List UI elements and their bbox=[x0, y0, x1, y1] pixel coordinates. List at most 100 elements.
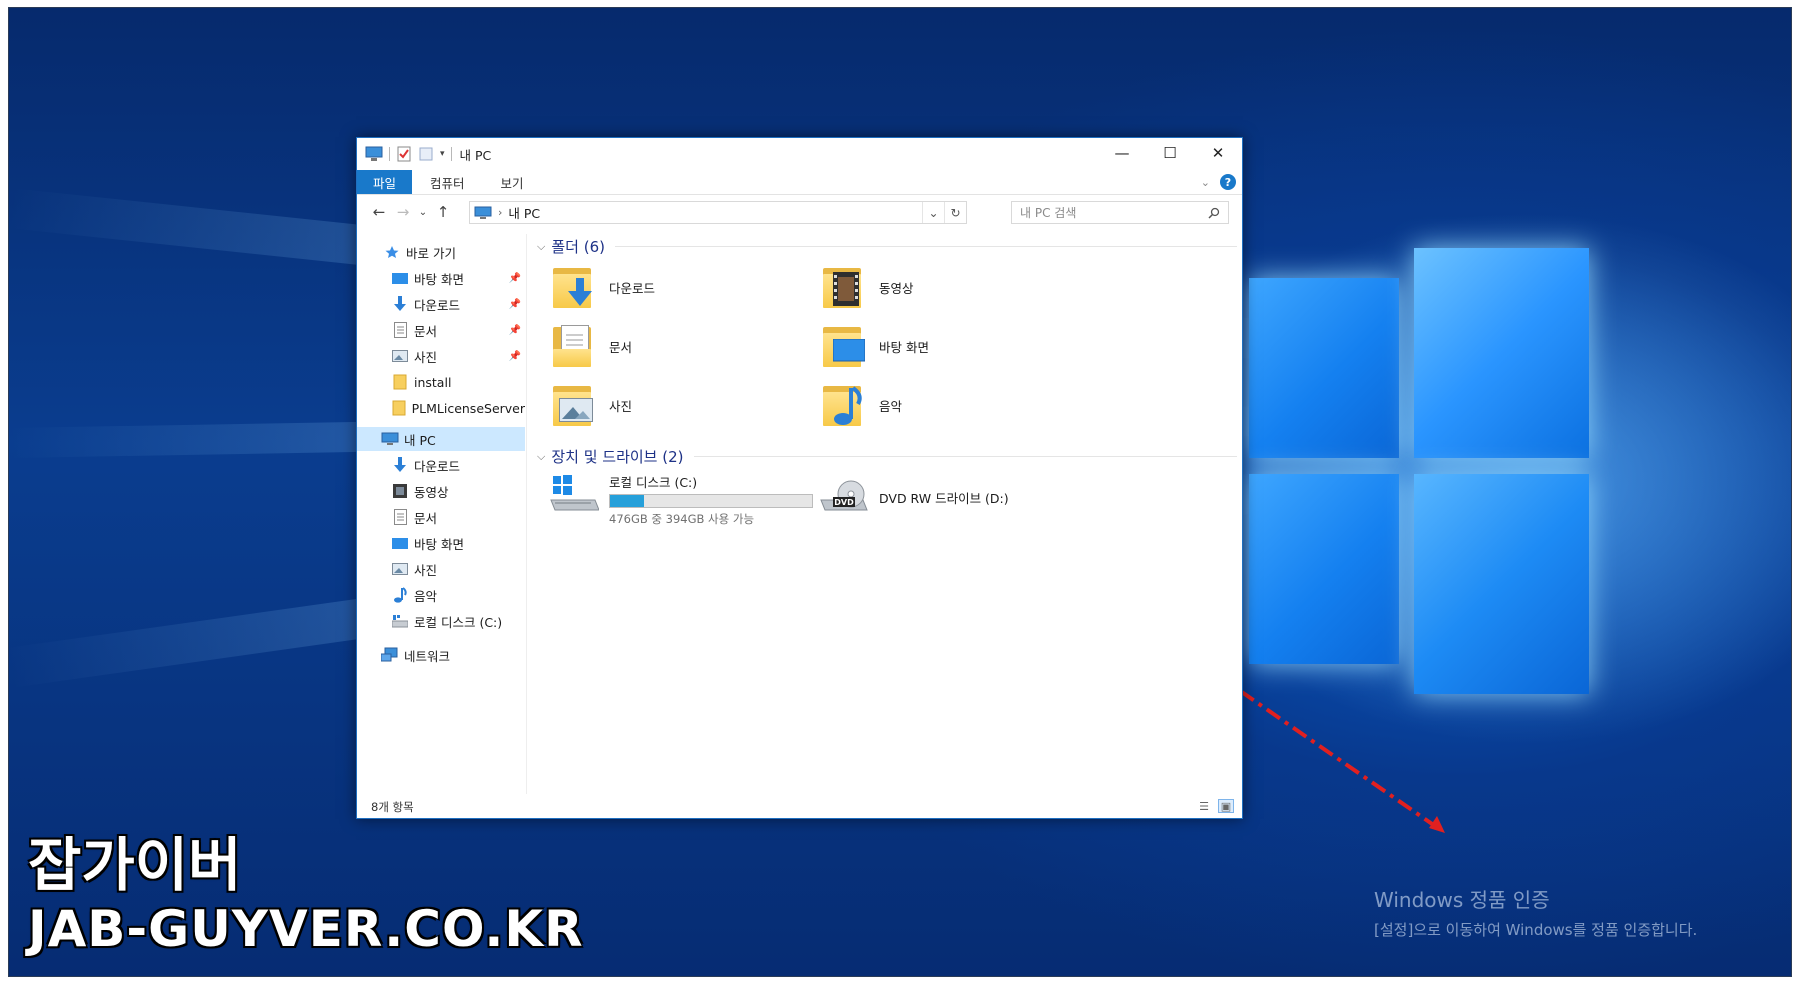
site-url: JAB-GUYVER.CO.KR bbox=[28, 900, 584, 958]
title-bar[interactable]: ▾ 내 PC — ☐ ✕ bbox=[357, 138, 1242, 170]
search-input[interactable] bbox=[1020, 205, 1208, 220]
search-box[interactable] bbox=[1011, 201, 1229, 224]
computer-icon bbox=[365, 146, 383, 161]
forward-arrow-icon[interactable]: → bbox=[391, 203, 415, 221]
sidebar-item-pc-pictures[interactable]: 사진 bbox=[357, 557, 525, 581]
desktop-icon bbox=[391, 269, 409, 287]
separator bbox=[389, 147, 390, 161]
details-view-icon[interactable]: ☰ bbox=[1196, 799, 1212, 813]
pin-icon[interactable]: 📌 bbox=[509, 351, 521, 362]
sidebar-item-downloads[interactable]: 다운로드 📌 bbox=[357, 292, 525, 316]
activation-watermark: Windows 정품 인증 [설정]으로 이동하여 Windows를 정품 인증… bbox=[1374, 884, 1697, 940]
sidebar-item-pictures[interactable]: 사진 📌 bbox=[357, 344, 525, 368]
music-folder-icon bbox=[819, 380, 869, 430]
sidebar-item-pc-videos[interactable]: 동영상 bbox=[357, 479, 525, 503]
chevron-down-icon[interactable]: ⌵ bbox=[537, 450, 545, 464]
drive-usage-fill bbox=[610, 495, 645, 507]
folder-label: 사진 bbox=[609, 398, 633, 414]
document-icon bbox=[391, 508, 409, 526]
drive-tile-local-disk[interactable]: 로컬 디스크 (C:) 476GB 중 394GB 사용 가능 bbox=[549, 472, 813, 527]
folder-tile-downloads[interactable]: 다운로드 bbox=[549, 260, 809, 314]
chevron-down-icon[interactable]: ⌵ bbox=[537, 240, 545, 254]
close-icon[interactable]: ✕ bbox=[1194, 138, 1242, 168]
folder-icon bbox=[391, 373, 409, 391]
sidebar-item-pc-music[interactable]: 음악 bbox=[357, 583, 525, 607]
sidebar-item-pc-desktop[interactable]: 바탕 화면 bbox=[357, 531, 525, 555]
chevron-down-icon[interactable]: ▾ bbox=[440, 149, 445, 159]
tab-view[interactable]: 보기 bbox=[483, 170, 542, 194]
ribbon-tabs: 파일 컴퓨터 보기 ⌄ ? bbox=[357, 170, 1242, 195]
folder-tile-pictures[interactable]: 사진 bbox=[549, 378, 809, 432]
minimize-icon[interactable]: — bbox=[1098, 138, 1146, 168]
tab-computer[interactable]: 컴퓨터 bbox=[412, 170, 483, 194]
desktop-icon bbox=[391, 534, 409, 552]
search-icon[interactable] bbox=[1208, 207, 1220, 219]
recent-locations-icon[interactable]: ⌄ bbox=[415, 207, 431, 218]
properties-icon[interactable] bbox=[396, 146, 412, 162]
sidebar-item-install[interactable]: install bbox=[357, 370, 525, 394]
drive-label: 로컬 디스크 (C:) bbox=[609, 475, 698, 490]
computer-icon bbox=[474, 206, 492, 219]
sidebar-item-label: 바탕 화면 bbox=[414, 271, 464, 287]
pin-icon[interactable]: 📌 bbox=[509, 325, 521, 336]
drive-info: 로컬 디스크 (C:) 476GB 중 394GB 사용 가능 bbox=[609, 472, 813, 527]
folder-tile-music[interactable]: 음악 bbox=[819, 378, 1079, 432]
computer-icon bbox=[381, 430, 399, 448]
maximize-icon[interactable]: ☐ bbox=[1146, 138, 1194, 168]
address-bar[interactable]: › 내 PC ⌄ ↻ bbox=[469, 201, 967, 224]
sidebar-item-label: PLMLicenseServer bbox=[411, 400, 525, 416]
large-icons-view-icon[interactable]: ▣ bbox=[1218, 799, 1234, 813]
windows-drive-icon bbox=[550, 475, 599, 511]
sidebar-item-pc-documents[interactable]: 문서 bbox=[357, 505, 525, 529]
back-arrow-icon[interactable]: ← bbox=[367, 203, 391, 221]
address-text: 내 PC bbox=[508, 206, 541, 221]
sidebar-item-label: 사진 bbox=[414, 349, 438, 365]
sidebar-item-pc-local-disk[interactable]: 로컬 디스크 (C:) bbox=[357, 609, 525, 633]
folder-tile-videos[interactable]: 동영상 bbox=[819, 260, 1079, 314]
folder-label: 음악 bbox=[879, 398, 903, 414]
pin-icon[interactable]: 📌 bbox=[509, 273, 521, 284]
group-divider bbox=[693, 456, 1237, 457]
pin-icon[interactable]: 📌 bbox=[509, 299, 521, 310]
sidebar-item-documents[interactable]: 문서 📌 bbox=[357, 318, 525, 342]
folder-tile-desktop[interactable]: 바탕 화면 bbox=[819, 319, 1079, 373]
address-dropdown-icon[interactable]: ⌄ bbox=[922, 202, 944, 223]
up-arrow-icon[interactable]: ↑ bbox=[431, 203, 455, 221]
tab-file[interactable]: 파일 bbox=[357, 170, 413, 194]
help-icon[interactable]: ? bbox=[1220, 174, 1236, 190]
dvd-drive-icon: DVD bbox=[820, 480, 868, 511]
refresh-icon[interactable]: ↻ bbox=[944, 202, 966, 223]
sidebar-item-label: 바탕 화면 bbox=[414, 536, 464, 552]
sidebar-item-this-pc[interactable]: 내 PC bbox=[357, 427, 525, 451]
windows-logo-pane bbox=[1414, 248, 1589, 458]
devices-group-header[interactable]: ⌵ 장치 및 드라이브 (2) bbox=[537, 446, 1237, 467]
navigation-bar: ← → ⌄ ↑ › 내 PC ⌄ ↻ bbox=[357, 196, 1242, 228]
sidebar-item-pc-downloads[interactable]: 다운로드 bbox=[357, 453, 525, 477]
content-pane: ⌵ 폴더 (6) 다운로드 동영상 문서 바탕 화면 사진 음악 ⌵ 장치 및 … bbox=[537, 234, 1237, 794]
view-buttons: ☰ ▣ bbox=[1196, 799, 1234, 813]
video-icon bbox=[391, 482, 409, 500]
sidebar-item-plmlicenseserver[interactable]: PLMLicenseServer bbox=[357, 396, 525, 420]
drive-tile-dvd[interactable]: DVD DVD RW 드라이브 (D:) bbox=[819, 480, 1009, 514]
document-folder-icon bbox=[549, 321, 599, 371]
sidebar-item-label: install bbox=[414, 374, 452, 390]
breadcrumb-chevron-icon[interactable]: › bbox=[498, 206, 502, 219]
expand-ribbon-icon[interactable]: ⌄ bbox=[1201, 176, 1210, 189]
drive-info: DVD RW 드라이브 (D:) bbox=[879, 488, 1009, 507]
music-icon bbox=[391, 586, 409, 604]
sidebar-item-label: 문서 bbox=[414, 510, 438, 526]
drive-free-space: 476GB 중 394GB 사용 가능 bbox=[609, 512, 755, 526]
sidebar-item-label: 바로 가기 bbox=[406, 245, 456, 261]
folder-label: 바탕 화면 bbox=[879, 339, 929, 355]
folders-group-header[interactable]: ⌵ 폴더 (6) bbox=[537, 236, 1237, 257]
folder-icon bbox=[391, 399, 407, 417]
sidebar-item-desktop[interactable]: 바탕 화면 📌 bbox=[357, 266, 525, 290]
windows-logo-pane bbox=[1249, 278, 1399, 458]
sidebar-item-label: 음악 bbox=[414, 588, 438, 604]
ribbon-right-controls: ⌄ ? bbox=[1201, 174, 1236, 190]
sidebar-item-quick-access[interactable]: 바로 가기 bbox=[357, 240, 525, 264]
new-folder-icon[interactable] bbox=[418, 146, 434, 162]
folder-label: 동영상 bbox=[879, 280, 914, 296]
folder-tile-documents[interactable]: 문서 bbox=[549, 319, 809, 373]
sidebar-item-network[interactable]: 네트워크 bbox=[357, 643, 525, 667]
